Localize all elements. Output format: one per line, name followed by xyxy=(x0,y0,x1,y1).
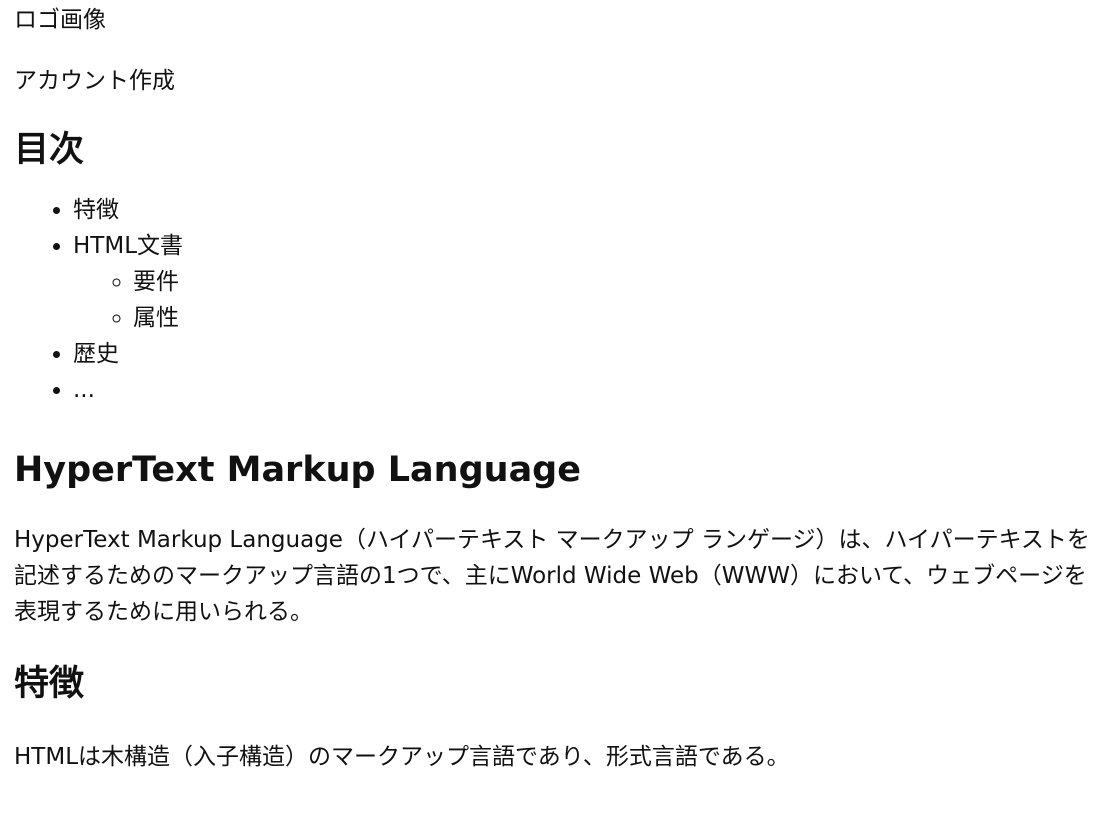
page-content: ロゴ画像 アカウント作成 目次 特徴 HTML文書 要件 属性 歴史 ... H… xyxy=(0,2,1108,775)
article-title: HyperText Markup Language xyxy=(14,450,581,490)
article-intro: HyperText Markup Language（ハイパーテキスト マークアッ… xyxy=(14,527,1090,625)
section-title-features: 特徴 xyxy=(14,664,85,704)
table-of-contents: 特徴 HTML文書 要件 属性 歴史 ... xyxy=(14,192,1094,408)
toc-title: 目次 xyxy=(14,130,85,170)
toc-item-more[interactable]: ... xyxy=(73,372,1094,408)
logo-image[interactable]: ロゴ画像 xyxy=(14,2,1094,38)
toc-item-requirements[interactable]: 要件 xyxy=(133,264,1094,300)
toc-item-attributes[interactable]: 属性 xyxy=(133,300,1094,336)
toc-item-html-document[interactable]: HTML文書 要件 属性 xyxy=(73,228,1094,336)
section-text-features: HTMLは木構造（入子構造）のマークアップ言語であり、形式言語である。 xyxy=(14,744,790,770)
toc-sublist: 要件 属性 xyxy=(73,264,1094,336)
toc-item-history[interactable]: 歴史 xyxy=(73,336,1094,372)
create-account-link[interactable]: アカウント作成 xyxy=(14,63,1094,99)
toc-item-features[interactable]: 特徴 xyxy=(73,192,1094,228)
